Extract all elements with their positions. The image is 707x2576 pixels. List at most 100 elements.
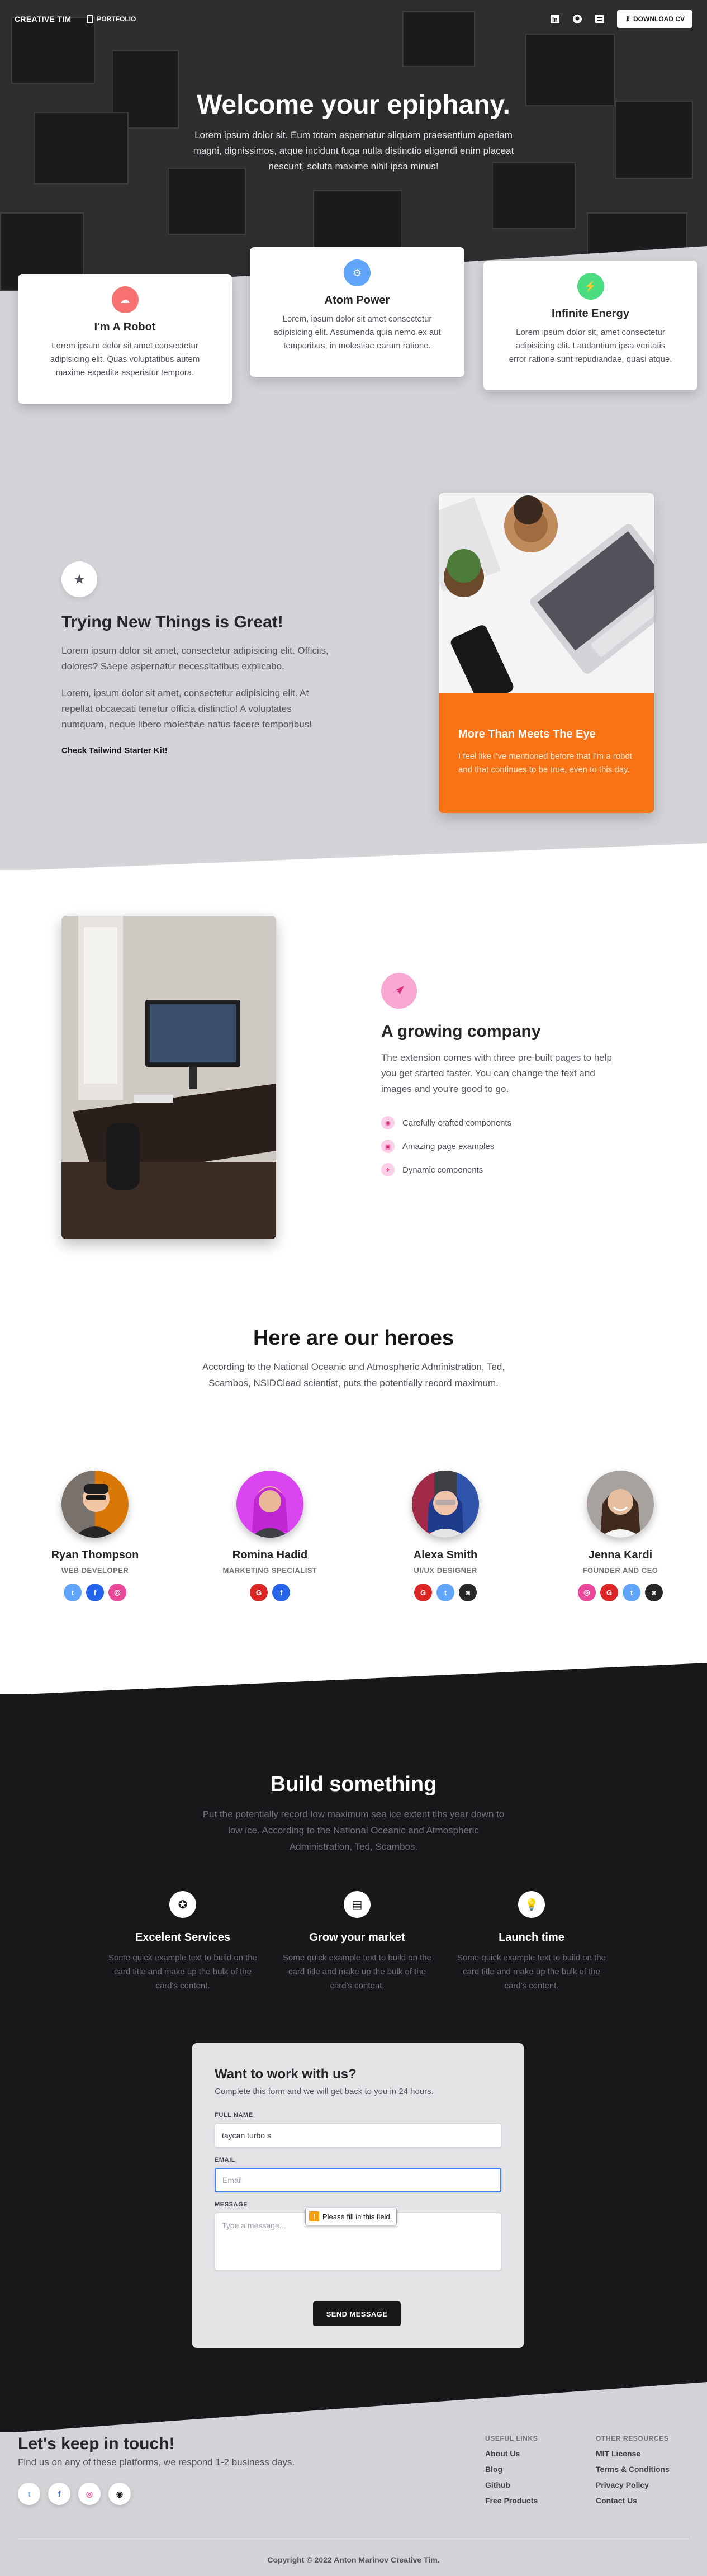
photo-card-text: I feel like I've mentioned before that I… — [458, 751, 632, 774]
other-resources-title: OTHER RESOURCES — [596, 2435, 669, 2442]
member-name: Romina Hadid — [232, 1549, 308, 1561]
photo-card-body: More Than Meets The Eye I feel like I've… — [439, 693, 654, 813]
service-item: ▤ Grow your market Some quick example te… — [282, 1891, 433, 1993]
download-cv-button[interactable]: ⬇ DOWNLOAD CV — [616, 10, 692, 28]
trying-title: Trying New Things is Great! — [61, 613, 283, 631]
gear-icon: ⚙ — [344, 259, 371, 286]
service-title: Launch time — [499, 1931, 564, 1944]
email-field[interactable]: Email — [215, 2168, 501, 2192]
google-icon[interactable]: G — [414, 1584, 432, 1601]
footer-link-mit[interactable]: MIT License — [596, 2449, 670, 2458]
feature-card-atom: ⚙ Atom Power Lorem, ipsum dolor sit amet… — [250, 247, 464, 377]
photo-card: More Than Meets The Eye I feel like I've… — [439, 493, 654, 813]
footer-link-privacy[interactable]: Privacy Policy — [596, 2480, 670, 2489]
footer-link-contact[interactable]: Contact Us — [596, 2496, 670, 2505]
bolt-icon: ⚡ — [577, 273, 604, 300]
feature-text: Lorem ipsum dolor sit, amet consectetur … — [509, 328, 672, 364]
send-message-button[interactable]: SEND MESSAGE — [313, 2301, 401, 2326]
useful-links-title: USEFUL LINKS — [485, 2435, 538, 2442]
useful-links: USEFUL LINKS About Us Blog Github Free P… — [485, 2435, 538, 2505]
html5-icon: ▣ — [381, 1140, 395, 1153]
instagram-icon[interactable]: ◙ — [645, 1584, 663, 1601]
chart-icon: ▤ — [344, 1891, 371, 1918]
feature-text: Lorem ipsum dolor sit amet consectetur a… — [50, 341, 200, 377]
member-name: Ryan Thompson — [51, 1549, 139, 1561]
form-title: Want to work with us? — [215, 2067, 357, 2082]
cloud-icon: ☁ — [111, 286, 139, 313]
tooltip-text: Please fill in this field. — [322, 2212, 392, 2221]
service-text: Some quick example text to build on the … — [457, 1953, 606, 1991]
twitter-icon[interactable]: t — [623, 1584, 640, 1601]
service-title: Grow your market — [309, 1931, 405, 1944]
validation-tooltip: ! Please fill in this field. — [305, 2208, 397, 2225]
avatar — [412, 1471, 479, 1538]
feature-card-robot: ☁ I'm A Robot Lorem ipsum dolor sit amet… — [18, 274, 232, 404]
team-title: Here are our heroes — [253, 1326, 454, 1350]
medal-icon: ✪ — [169, 1891, 196, 1918]
stack-icon[interactable] — [595, 14, 605, 24]
tailwind-kit-link[interactable]: Check Tailwind Starter Kit! — [61, 746, 168, 755]
dribbble-icon[interactable]: ◎ — [108, 1584, 126, 1601]
growing-item-label: Amazing page examples — [402, 1141, 495, 1151]
portfolio-link[interactable]: PORTFOLIO — [87, 15, 136, 23]
google-icon[interactable]: G — [600, 1584, 618, 1601]
avatar — [587, 1471, 654, 1538]
full-name-field[interactable]: taycan turbo s — [215, 2123, 501, 2148]
member-role: UI/UX DESIGNER — [414, 1566, 477, 1575]
brand-link[interactable]: CREATIVE TIM — [15, 15, 71, 23]
paper-plane-icon: ✈ — [381, 1163, 395, 1176]
github-icon[interactable]: ◉ — [108, 2483, 131, 2505]
footer-link-free-products[interactable]: Free Products — [485, 2496, 538, 2505]
dribbble-icon[interactable]: ◎ — [578, 1584, 596, 1601]
facebook-icon[interactable]: f — [48, 2483, 70, 2505]
rocket-icon — [381, 973, 417, 1009]
instagram-icon[interactable]: ◙ — [459, 1584, 477, 1601]
team-subtitle: According to the National Oceanic and At… — [202, 1362, 505, 1388]
star-icon: ★ — [61, 561, 97, 597]
download-icon: ⬇ — [624, 15, 630, 23]
service-item: 💡 Launch time Some quick example text to… — [456, 1891, 607, 1993]
member-name: Alexa Smith — [413, 1549, 478, 1561]
facebook-icon[interactable]: f — [272, 1584, 290, 1601]
twitter-icon[interactable]: t — [18, 2483, 40, 2505]
feature-title: Infinite Energy — [552, 308, 629, 320]
build-title: Build something — [270, 1773, 437, 1796]
avatar — [236, 1471, 303, 1538]
github-icon[interactable] — [572, 14, 582, 24]
member-role: MARKETING SPECIALIST — [222, 1566, 317, 1575]
service-text: Some quick example text to build on the … — [108, 1953, 257, 1991]
member-name: Jenna Kardi — [588, 1549, 653, 1561]
portfolio-label: PORTFOLIO — [97, 15, 136, 23]
dark-divider — [0, 1663, 707, 1695]
service-title: Excelent Services — [135, 1931, 231, 1944]
linkedin-icon[interactable]: in — [550, 14, 560, 24]
trying-paragraph-1: Lorem ipsum dolor sit amet, consectetur … — [61, 645, 329, 672]
footer-link-about[interactable]: About Us — [485, 2449, 538, 2458]
dribbble-icon[interactable]: ◎ — [78, 2483, 101, 2505]
footer-divider — [0, 2382, 707, 2433]
footer-subtitle: Find us on any of these platforms, we re… — [18, 2457, 295, 2468]
facebook-icon[interactable]: f — [86, 1584, 104, 1601]
warning-icon: ! — [309, 2211, 319, 2221]
twitter-icon[interactable]: t — [64, 1584, 82, 1601]
footer-link-blog[interactable]: Blog — [485, 2465, 538, 2474]
download-cv-label: DOWNLOAD CV — [633, 15, 685, 23]
form-subtitle: Complete this form and we will get back … — [215, 2087, 434, 2096]
email-label: EMAIL — [215, 2157, 236, 2163]
other-resources: OTHER RESOURCES MIT License Terms & Cond… — [596, 2435, 670, 2505]
office-photo — [61, 916, 276, 1239]
team-member-romina: Romina Hadid MARKETING SPECIALIST G f — [214, 1471, 326, 1601]
copyright: Copyright © 2022 Anton Marinov Creative … — [267, 2555, 440, 2564]
growing-title: A growing company — [381, 1022, 541, 1041]
growing-item: ✈ Dynamic components — [381, 1163, 483, 1176]
photo-card-title: More Than Meets The Eye — [458, 728, 596, 740]
navbar: CREATIVE TIM PORTFOLIO in ⬇ DOWNLOAD CV — [0, 0, 707, 38]
google-icon[interactable]: G — [250, 1584, 268, 1601]
lightbulb-icon: 💡 — [518, 1891, 545, 1918]
footer-link-github[interactable]: Github — [485, 2480, 538, 2489]
footer-link-terms[interactable]: Terms & Conditions — [596, 2465, 670, 2474]
footer-title: Let's keep in touch! — [18, 2435, 175, 2453]
twitter-icon[interactable]: t — [436, 1584, 454, 1601]
team-member-ryan: Ryan Thompson WEB DEVELOPER t f ◎ — [39, 1471, 151, 1601]
growing-item: ▣ Amazing page examples — [381, 1140, 494, 1153]
